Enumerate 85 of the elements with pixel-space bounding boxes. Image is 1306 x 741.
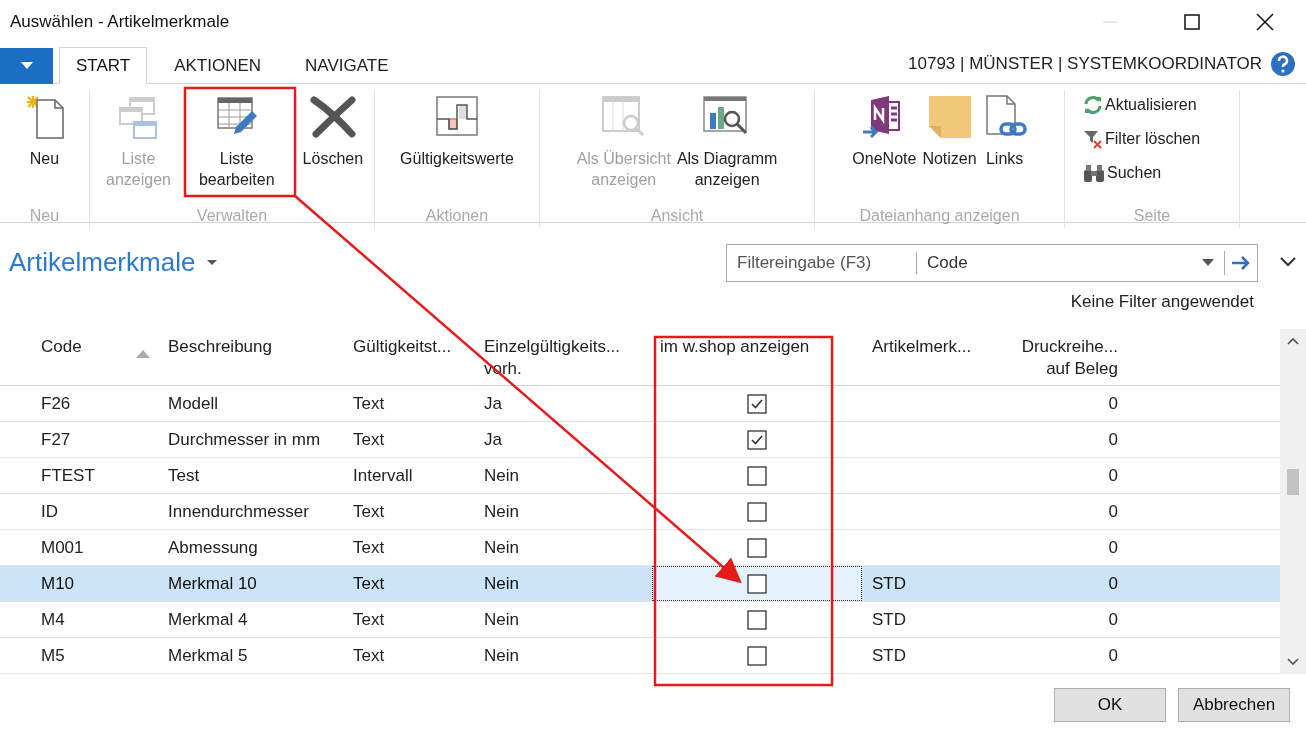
table-row[interactable]: M4 Merkmal 4 Text Nein STD 0 <box>0 602 1280 638</box>
ribbon-button[interactable]: Löschen <box>300 90 366 192</box>
ribbon-button[interactable]: Als Diagramm anzeigen <box>674 90 780 192</box>
table-cell: 0 <box>1108 573 1118 593</box>
table-cell: 0 <box>1108 501 1118 521</box>
table-cell: Text <box>353 609 385 629</box>
table-cell: Innendurchmesser <box>168 501 309 521</box>
table-cell: Abmessung <box>168 537 258 557</box>
table-cell: STD <box>872 573 906 593</box>
table-cell: M5 <box>41 645 65 665</box>
column-header[interactable]: Gültigkeitst... <box>345 336 476 358</box>
table-cell: Text <box>353 501 385 521</box>
filter-input[interactable]: Filtereingabe (F3) <box>727 252 917 274</box>
ribbon-button[interactable]: Aktualisieren <box>1083 92 1239 118</box>
table-cell: 0 <box>1108 429 1118 449</box>
ribbon-button[interactable]: Gültigkeitswerte <box>398 90 516 192</box>
table-cell: M001 <box>41 537 84 557</box>
table-cell: FTEST <box>41 465 95 485</box>
context-info: 10793 | MÜNSTER | SYSTEMKOORDINATOR <box>908 52 1262 75</box>
table-cell: Merkmal 4 <box>168 609 248 629</box>
filter-field: Code <box>927 250 1202 276</box>
ribbon-group-label: Seite <box>1132 206 1172 226</box>
ribbon-button[interactable]: Neu <box>20 90 69 192</box>
table-cell: STD <box>872 645 906 665</box>
column-header[interactable]: Code <box>0 336 160 358</box>
ribbon-button[interactable]: Filter löschen <box>1083 126 1239 152</box>
table-cell: Nein <box>484 573 519 593</box>
table-row[interactable]: F27 Durchmesser in mm Text Ja 0 <box>0 422 1280 458</box>
table-cell: ID <box>41 501 58 521</box>
table-cell: Durchmesser in mm <box>168 429 321 449</box>
table-cell: Intervall <box>353 465 413 485</box>
ribbon-tab[interactable]: START <box>59 47 148 84</box>
table-cell: 0 <box>1108 537 1118 557</box>
table-cell: Ja <box>484 393 502 413</box>
column-header[interactable]: Beschreibung <box>160 336 345 358</box>
table-cell: Test <box>168 465 200 485</box>
table-cell: Merkmal 10 <box>168 573 257 593</box>
page-title: Artikelmerkmale <box>9 247 196 277</box>
dialog-button[interactable]: OK <box>1054 688 1166 722</box>
table-cell: Nein <box>484 645 519 665</box>
column-header[interactable]: Artikelmerk... <box>862 336 1000 358</box>
table-cell: Nein <box>484 609 519 629</box>
table-cell: STD <box>872 609 906 629</box>
table-cell: Text <box>353 537 385 557</box>
ribbon-group-label: Verwalten <box>195 206 269 226</box>
table-row[interactable]: FTEST Test Intervall Nein 0 <box>0 458 1280 494</box>
table-cell: 0 <box>1108 609 1118 629</box>
table-cell: Nein <box>484 537 519 557</box>
column-header[interactable]: im w.shop anzeigen <box>652 336 862 358</box>
table-row[interactable]: M5 Merkmal 5 Text Nein STD 0 <box>0 638 1280 674</box>
table-cell: F27 <box>41 429 71 449</box>
ribbon-button[interactable]: OneNote <box>850 90 919 192</box>
table-cell: M4 <box>41 609 65 629</box>
table-cell: F26 <box>41 393 71 413</box>
ribbon-group-label: Aktionen <box>424 206 490 226</box>
table-cell: 0 <box>1108 393 1118 413</box>
table-cell: Merkmal 5 <box>168 645 248 665</box>
ribbon-group-label: Ansicht <box>649 206 705 226</box>
table-cell: 0 <box>1108 645 1118 665</box>
table-cell: Text <box>353 645 385 665</box>
table-cell: Text <box>353 429 385 449</box>
table-cell: Nein <box>484 501 519 521</box>
filter-status: Keine Filter angewendet <box>1070 291 1254 313</box>
ribbon-group-label: Dateianhang anzeigen <box>858 206 1021 226</box>
window-title: Auswählen - Artikelmerkmale <box>10 11 230 34</box>
ribbon-group-label: Neu <box>28 206 61 226</box>
column-header[interactable]: Druckreihe... auf Beleg <box>1000 336 1125 380</box>
dialog-button[interactable]: Abbrechen <box>1178 688 1290 722</box>
ribbon-button[interactable]: Links <box>980 90 1029 192</box>
table-cell: Ja <box>484 429 502 449</box>
table-cell: Text <box>353 573 385 593</box>
table-cell: 0 <box>1108 465 1118 485</box>
filter-box[interactable]: Filtereingabe (F3) Code <box>726 244 1258 282</box>
ribbon-button[interactable]: Suchen <box>1083 160 1239 186</box>
table-row[interactable]: M10 Merkmal 10 Text Nein STD 0 <box>0 566 1280 602</box>
ribbon-tab[interactable]: AKTIONEN <box>157 47 279 84</box>
table-cell: Modell <box>168 393 219 413</box>
table-row[interactable]: F26 Modell Text Ja 0 <box>0 386 1280 422</box>
table-cell: Nein <box>484 465 519 485</box>
table-row[interactable]: ID Innendurchmesser Text Nein 0 <box>0 494 1280 530</box>
ribbon-button[interactable]: Liste bearbeiten <box>196 90 277 192</box>
ribbon-tab[interactable]: NAVIGATE <box>288 47 406 84</box>
table-cell: M10 <box>41 573 75 593</box>
table-cell: Text <box>353 393 385 413</box>
ribbon-button[interactable]: Notizen <box>920 90 979 192</box>
